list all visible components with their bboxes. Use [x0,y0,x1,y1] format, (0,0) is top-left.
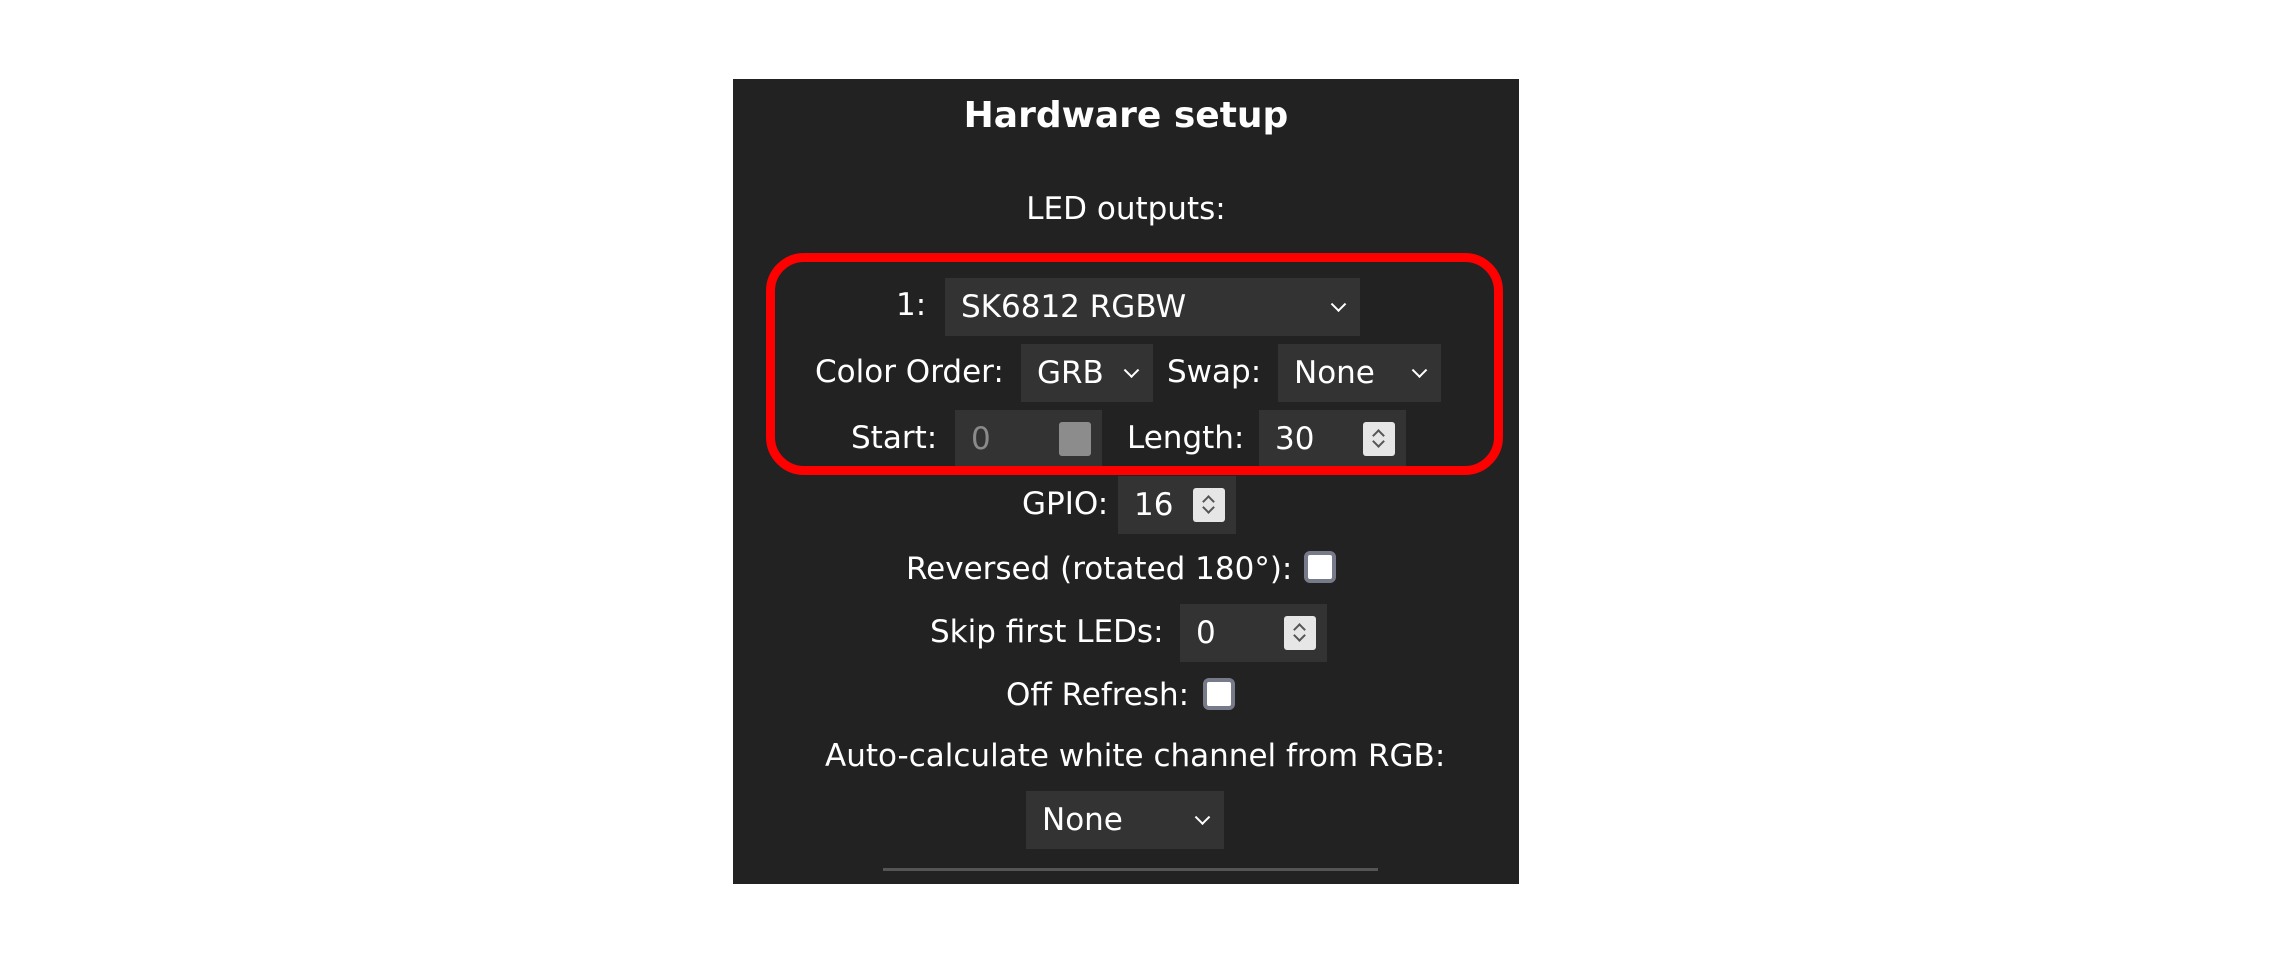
color-order-label: Color Order: [815,354,1004,390]
hardware-setup-panel: Hardware setup LED outputs: 1: SK6812 RG… [733,79,1519,884]
auto-white-value: None [1042,802,1123,838]
chevron-down-icon [1411,362,1428,379]
swap-select[interactable]: None [1278,344,1441,402]
auto-white-label: Auto-calculate white channel from RGB: [825,738,1446,774]
length-label: Length: [1127,420,1245,456]
page-title: Hardware setup [963,95,1289,136]
swap-label: Swap: [1167,354,1262,390]
start-input: 0 [955,410,1102,468]
color-order-value: GRB [1037,355,1104,391]
off-refresh-label: Off Refresh: [1006,677,1190,713]
auto-white-select[interactable]: None [1026,791,1224,849]
length-value: 30 [1275,421,1315,457]
led-outputs-label: LED outputs: [1026,191,1226,227]
chevron-down-icon [1194,809,1211,826]
chevron-down-icon [1330,296,1347,313]
gpio-value: 16 [1134,487,1174,523]
start-label: Start: [851,420,938,456]
color-order-select[interactable]: GRB [1021,344,1153,402]
skip-first-leds-label: Skip first LEDs: [930,614,1164,650]
reversed-checkbox[interactable] [1304,551,1336,583]
length-input[interactable]: 30 [1259,410,1406,468]
gpio-label: GPIO: [1022,486,1109,522]
spinner-arrows-icon[interactable] [1284,616,1316,650]
skip-first-leds-value: 0 [1196,615,1216,651]
chevron-down-icon [1123,362,1140,379]
swap-value: None [1294,355,1375,391]
spinner-arrows-icon[interactable] [1363,422,1395,456]
off-refresh-checkbox[interactable] [1203,678,1235,710]
reversed-label: Reversed (rotated 180°): [906,551,1293,587]
led-type-select[interactable]: SK6812 RGBW [945,278,1360,336]
gpio-input[interactable]: 16 [1118,476,1236,534]
spinner-arrows-icon[interactable] [1193,488,1225,522]
divider [883,868,1378,871]
skip-first-leds-input[interactable]: 0 [1180,604,1327,662]
start-value: 0 [971,421,991,457]
led-type-value: SK6812 RGBW [961,289,1187,325]
output-index-label: 1: [896,287,927,323]
spinner-arrows-icon [1059,422,1091,456]
